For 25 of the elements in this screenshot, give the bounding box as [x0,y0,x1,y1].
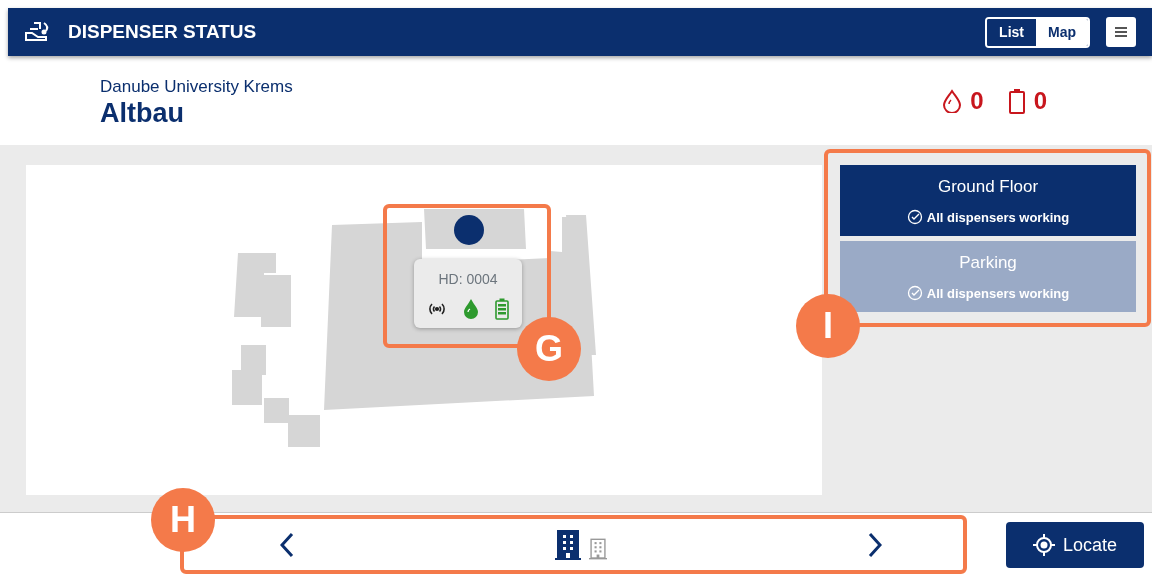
crosshair-icon [1032,534,1055,556]
dispenser-id: HD: 0004 [437,270,499,289]
building-name: Altbau [100,99,185,128]
view-tab[interactable]: Map [1036,18,1088,46]
chevron-left-icon [280,532,294,558]
battery-icon [1007,87,1026,114]
chevron-right-icon [868,532,882,558]
alert-count: 0 [1033,85,1047,116]
floor-button[interactable]: Ground Floor All dispensers working [840,165,1136,236]
drop-icon [942,88,963,113]
check-circle-icon [906,209,923,226]
app-title: DISPENSER STATUS [68,19,257,44]
previous-button[interactable] [280,532,294,558]
battery-icon [495,298,509,320]
check-circle-icon [906,285,923,302]
callout-marker: H [151,488,215,552]
menu-icon [1115,27,1127,37]
signal-icon [427,302,447,316]
menu-button[interactable] [1106,17,1136,47]
locate-button[interactable]: Locate [1006,522,1144,568]
organization-name: Danube University Krems [100,75,293,98]
drop-icon [463,298,479,320]
alert-count: 0 [970,85,984,116]
next-button[interactable] [868,532,882,558]
building-icon[interactable] [555,530,581,560]
